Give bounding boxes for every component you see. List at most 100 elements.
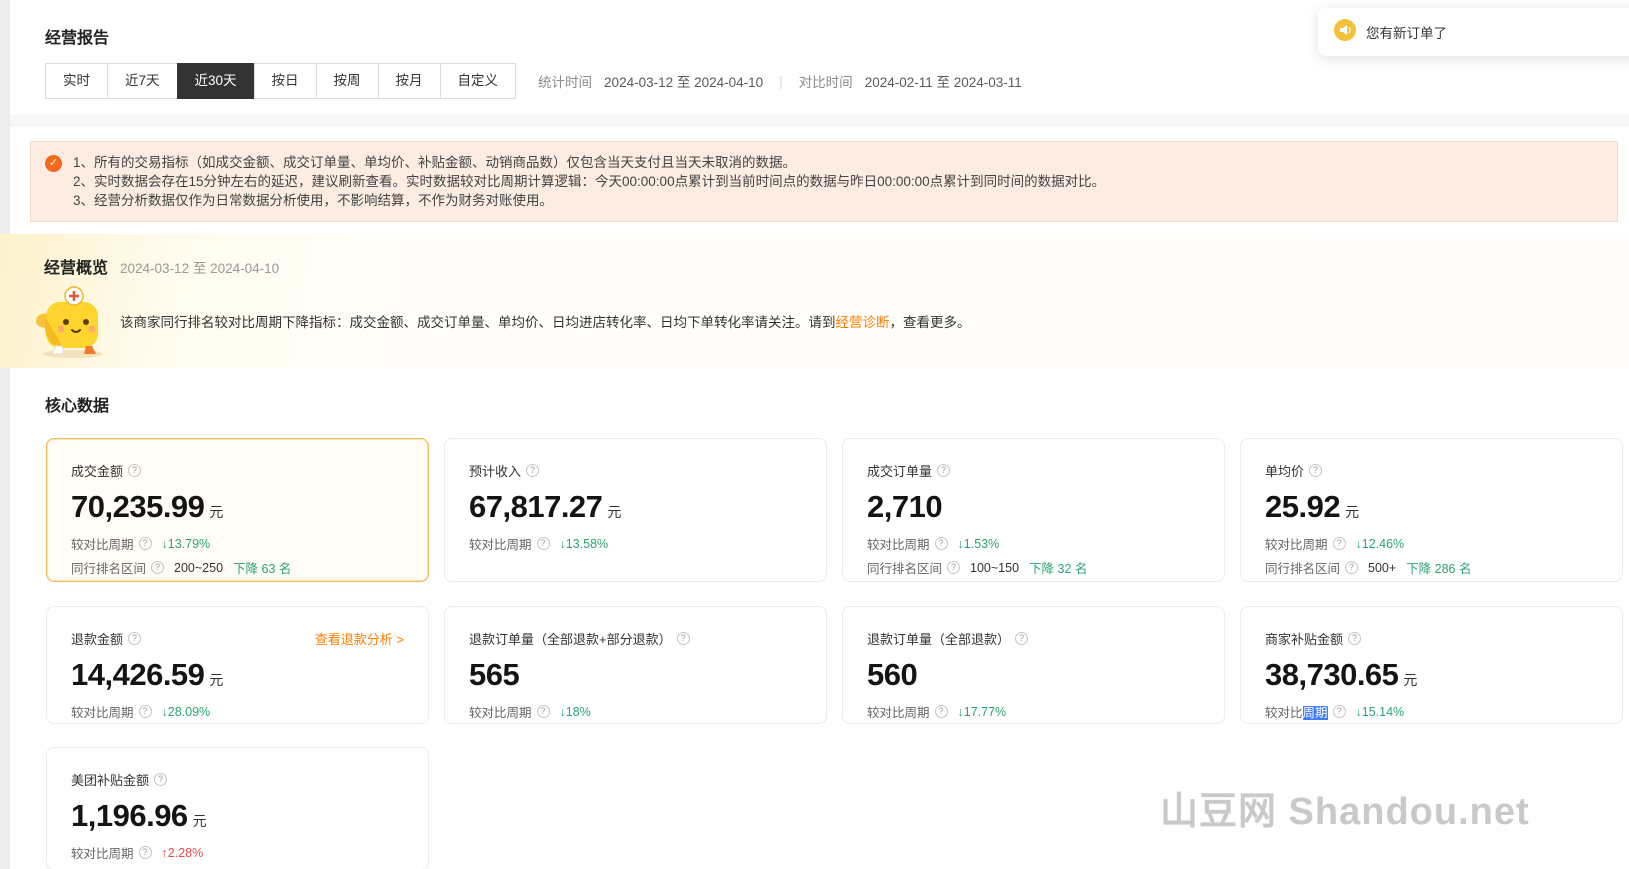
mascot-icon bbox=[30, 284, 116, 363]
view-refund-analysis-link[interactable]: 查看退款分析 > bbox=[315, 629, 404, 648]
notice-line: 2、实时数据会存在15分钟左右的延迟，建议刷新查看。实时数据较对比周期计算逻辑：… bbox=[73, 172, 1601, 191]
notice-line: 1、所有的交易指标（如成交金额、成交订单量、单均价、补贴金额、动销商品数）仅包含… bbox=[73, 153, 1601, 172]
trend-value: ↓1.53% bbox=[958, 537, 1000, 551]
tab-custom[interactable]: 自定义 bbox=[440, 63, 517, 99]
compare-label: 较对比周期 bbox=[867, 534, 930, 553]
metric-label: 成交订单量 bbox=[867, 461, 950, 480]
help-icon[interactable] bbox=[128, 464, 141, 477]
rank-label: 同行排名区间 bbox=[867, 558, 942, 577]
compare-label: 较对比周期 bbox=[71, 534, 134, 553]
metric-label: 退款金额 bbox=[71, 629, 141, 648]
metric-value: 560 bbox=[867, 657, 917, 693]
overview-text-after: ，查看更多。 bbox=[890, 315, 971, 330]
metric-label: 预计收入 bbox=[469, 461, 539, 480]
metric-label: 商家补贴金额 bbox=[1265, 629, 1361, 648]
trend-value: ↓12.46% bbox=[1356, 537, 1405, 551]
help-icon[interactable] bbox=[935, 537, 948, 550]
card-merchant-subsidy[interactable]: 商家补贴金额 38,730.65 元 较对比周期 ↓15.14% bbox=[1240, 606, 1623, 724]
new-order-toast[interactable]: 您有新订单了 bbox=[1318, 8, 1629, 56]
compare-label: 较对比周期 bbox=[1265, 534, 1328, 553]
statistics-time-bar: 统计时间 2024-03-12 至 2024-04-10 | 对比时间 2024… bbox=[538, 71, 1022, 91]
help-icon[interactable] bbox=[151, 561, 164, 574]
help-icon[interactable] bbox=[537, 537, 550, 550]
overview-header: 经营概览 2024-03-12 至 2024-04-10 bbox=[0, 234, 1629, 278]
trend-value: ↓15.14% bbox=[1356, 705, 1405, 719]
metric-value: 38,730.65 bbox=[1265, 657, 1398, 693]
metric-value: 25.92 bbox=[1265, 489, 1340, 525]
help-icon[interactable] bbox=[154, 773, 167, 786]
help-icon[interactable] bbox=[947, 561, 960, 574]
rank-range: 200~250 bbox=[174, 561, 223, 575]
business-overview-section: 经营概览 2024-03-12 至 2024-04-10 该商家同行排名较 bbox=[0, 234, 1629, 368]
help-icon[interactable] bbox=[1348, 632, 1361, 645]
report-toolbar: 实时 近7天 近30天 按日 按周 按月 自定义 统计时间 2024-03-12… bbox=[45, 63, 1629, 99]
rank-range: 500+ bbox=[1368, 561, 1396, 575]
help-icon[interactable] bbox=[1333, 705, 1346, 718]
help-icon[interactable] bbox=[1015, 632, 1028, 645]
compare-time-label: 对比时间 bbox=[799, 71, 853, 91]
help-icon[interactable] bbox=[139, 705, 152, 718]
help-icon[interactable] bbox=[937, 464, 950, 477]
help-icon[interactable] bbox=[935, 705, 948, 718]
metric-value: 67,817.27 bbox=[469, 489, 602, 525]
compare-label: 较对比周期 bbox=[71, 702, 134, 721]
card-order-count[interactable]: 成交订单量 2,710 较对比周期 ↓1.53% 同行排名区间 100~150 … bbox=[842, 438, 1225, 582]
card-estimated-income[interactable]: 预计收入 67,817.27 元 较对比周期 ↓13.58% bbox=[444, 438, 827, 582]
section-divider bbox=[0, 115, 1629, 127]
compare-label: 较对比周期 bbox=[867, 702, 930, 721]
help-icon[interactable] bbox=[677, 632, 690, 645]
rank-change: 下降 286 名 bbox=[1406, 558, 1471, 577]
business-diagnosis-link[interactable]: 经营诊断 bbox=[836, 315, 890, 330]
time-separator: | bbox=[779, 74, 783, 89]
time-range-tabs: 实时 近7天 近30天 按日 按周 按月 自定义 bbox=[45, 63, 516, 99]
tab-last-7-days[interactable]: 近7天 bbox=[107, 63, 178, 99]
notice-banner: 1、所有的交易指标（如成交金额、成交订单量、单均价、补贴金额、动销商品数）仅包含… bbox=[30, 141, 1618, 222]
overview-insight-text: 该商家同行排名较对比周期下降指标：成交金额、成交订单量、单均价、日均进店转化率、… bbox=[120, 311, 971, 331]
help-icon[interactable] bbox=[139, 537, 152, 550]
tab-realtime[interactable]: 实时 bbox=[45, 63, 108, 99]
overview-title: 经营概览 bbox=[44, 254, 108, 278]
card-refund-orders-all-partial[interactable]: 退款订单量（全部退款+部分退款） 565 较对比周期 ↓18% bbox=[444, 606, 827, 724]
metric-label: 退款订单量（全部退款+部分退款） bbox=[469, 629, 690, 648]
card-avg-order-price[interactable]: 单均价 25.92 元 较对比周期 ↓12.46% 同行排名区间 500+ 下降… bbox=[1240, 438, 1623, 582]
metric-unit: 元 bbox=[209, 502, 223, 522]
help-icon[interactable] bbox=[1309, 464, 1322, 477]
watermark: 山豆网 Shandou.net bbox=[1160, 780, 1530, 835]
help-icon[interactable] bbox=[139, 846, 152, 859]
help-icon[interactable] bbox=[1333, 537, 1346, 550]
card-refund-amount[interactable]: 退款金额 查看退款分析 > 14,426.59 元 较对比周期 ↓28.09% bbox=[46, 606, 429, 724]
metric-unit: 元 bbox=[209, 670, 223, 690]
tab-by-month[interactable]: 按月 bbox=[378, 63, 441, 99]
metric-unit: 元 bbox=[1403, 670, 1417, 690]
help-icon[interactable] bbox=[128, 632, 141, 645]
tab-by-week[interactable]: 按周 bbox=[316, 63, 379, 99]
tab-by-day[interactable]: 按日 bbox=[254, 63, 317, 99]
overview-date-range: 2024-03-12 至 2024-04-10 bbox=[120, 257, 279, 277]
trend-value: ↓13.58% bbox=[560, 537, 609, 551]
metric-value: 70,235.99 bbox=[71, 489, 204, 525]
stat-time-range: 2024-03-12 至 2024-04-10 bbox=[604, 71, 763, 91]
card-meituan-subsidy[interactable]: 美团补贴金额 1,196.96 元 较对比周期 ↑2.28% bbox=[46, 747, 429, 869]
card-transaction-amount[interactable]: 成交金额 70,235.99 元 较对比周期 ↓13.79% 同行排名区间 20… bbox=[46, 438, 429, 582]
rank-change: 下降 63 名 bbox=[233, 558, 291, 577]
rank-label: 同行排名区间 bbox=[71, 558, 146, 577]
tab-last-30-days[interactable]: 近30天 bbox=[177, 63, 255, 99]
metric-cards-row-1: 成交金额 70,235.99 元 较对比周期 ↓13.79% 同行排名区间 20… bbox=[46, 438, 1629, 582]
compare-label: 较对比周期 bbox=[469, 534, 532, 553]
metric-cards-row-2: 退款金额 查看退款分析 > 14,426.59 元 较对比周期 ↓28.09% … bbox=[46, 606, 1629, 724]
page-left-gutter bbox=[0, 0, 10, 869]
metric-label: 单均价 bbox=[1265, 461, 1322, 480]
trend-value: ↓13.79% bbox=[162, 537, 211, 551]
help-icon[interactable] bbox=[1345, 561, 1358, 574]
card-refund-orders-full[interactable]: 退款订单量（全部退款） 560 较对比周期 ↓17.77% bbox=[842, 606, 1225, 724]
metric-label: 成交金额 bbox=[71, 461, 141, 480]
core-data-title: 核心数据 bbox=[45, 392, 1629, 416]
compare-time-range: 2024-02-11 至 2024-03-11 bbox=[865, 71, 1022, 91]
help-icon[interactable] bbox=[537, 705, 550, 718]
help-icon[interactable] bbox=[526, 464, 539, 477]
rank-label: 同行排名区间 bbox=[1265, 558, 1340, 577]
metric-unit: 元 bbox=[607, 502, 621, 522]
metric-value: 14,426.59 bbox=[71, 657, 204, 693]
metric-label: 退款订单量（全部退款） bbox=[867, 629, 1028, 648]
business-report-page: 经营报告 实时 近7天 近30天 按日 按周 按月 自定义 统计时间 2024-… bbox=[0, 0, 1629, 869]
